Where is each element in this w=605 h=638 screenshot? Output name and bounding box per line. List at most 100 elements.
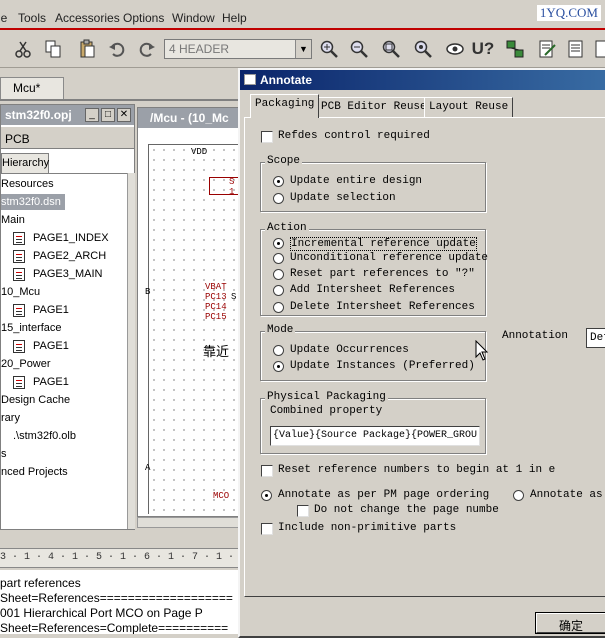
close-icon[interactable]: ✕ [117,108,131,122]
tree-item-label: .\stm32f0.olb [13,430,76,442]
tree-item[interactable]: PAGE1 [13,338,69,354]
schematic-page-icon [13,339,25,353]
bom-icon[interactable] [563,36,589,62]
tree-item-label: Design Cache [1,394,71,406]
scope-selection-radio[interactable] [273,193,284,204]
tree-item[interactable]: s [1,446,7,462]
reset-numbers-checkbox[interactable] [261,465,273,477]
menu-help[interactable]: Help [222,11,247,25]
mode-instances-radio[interactable] [273,361,284,372]
undo-icon[interactable] [104,36,130,62]
tree-item[interactable]: 15_interface [1,320,62,336]
cross-ref-icon[interactable] [590,36,605,62]
menu-options[interactable]: Options [123,11,164,25]
log-line: part references [0,576,81,590]
minimize-icon[interactable]: _ [85,108,99,122]
help-icon[interactable]: U? [470,36,496,62]
tree-item-label: stm32f0.dsn [1,196,61,208]
tree-item[interactable]: PAGE2_ARCH [13,248,106,264]
net-mco: MCO [213,491,230,501]
tab-packaging[interactable]: Packaging [250,94,320,118]
part-combo-value: 4 HEADER [169,42,230,56]
tree-item[interactable]: PAGE1 [13,302,69,318]
tree-item[interactable]: PAGE1 [13,374,69,390]
scope-entire-radio[interactable] [273,176,284,187]
schematic-hscrollbar[interactable] [137,517,241,528]
zoom-all-icon[interactable] [410,36,436,62]
toolbar: 4 HEADER ▼ U? [0,31,605,68]
tab-strip-divider [0,99,240,101]
annotation-type-select[interactable]: Def [586,328,605,348]
pcb-radio[interactable]: PCB [1,127,134,149]
redo-icon[interactable] [134,36,160,62]
zoom-area-icon[interactable] [378,36,404,62]
action-reset-label: Reset part references to "?" [290,268,475,280]
tree-item-label: PAGE1_INDEX [33,232,109,244]
project-panel-title: stm32f0.opj _ □ ✕ [1,105,134,125]
tree-item[interactable]: nced Projects [1,464,68,480]
schematic-page-icon [13,249,25,263]
action-incremental-label: Incremental reference update [290,237,477,251]
net-pc13-s: S [231,292,237,302]
menu-file[interactable]: le [0,11,7,25]
mode-title: Mode [265,324,296,336]
watermark-logo: 1YQ.COM [536,5,601,21]
mouse-cursor-icon [475,340,489,361]
action-incremental-radio[interactable] [273,238,284,249]
action-add-intersheet-radio[interactable] [273,285,284,296]
copy-icon[interactable] [40,36,66,62]
tree-item[interactable]: PAGE3_MAIN [13,266,103,282]
paste-icon[interactable] [74,36,100,62]
action-add-intersheet-label: Add Intersheet References [290,284,456,296]
do-not-change-label: Do not change the page numbe [314,504,499,516]
schematic-window: /Mcu - (10_Mc VDD S 1 VBAT PC13 S PC14 P… [137,107,241,517]
refdes-control-checkbox[interactable] [261,131,273,143]
scissors-icon[interactable] [10,36,36,62]
menu-window[interactable]: Window [172,11,215,25]
tree-item[interactable]: PAGE1_INDEX [13,230,109,246]
tree-item[interactable]: 10_Mcu [1,284,40,300]
tree-item[interactable]: Resources [1,176,54,192]
action-delete-intersheet-radio[interactable] [273,302,284,313]
action-reset-radio[interactable] [273,269,284,280]
tree-item[interactable]: rary [1,410,20,426]
tab-layout-reuse[interactable]: Layout Reuse [424,97,514,117]
tab-pcb-editor-reuse[interactable]: PCB Editor Reuse [316,97,432,117]
tree-item[interactable]: 20_Power [1,356,51,372]
non-primitive-checkbox[interactable] [261,523,273,535]
do-not-change-checkbox[interactable] [297,505,309,517]
border-zone-a: A [145,463,151,473]
net-chinese-note: 靠近 [203,345,230,360]
scope-selection-label: Update selection [290,192,396,204]
menu-accessories[interactable]: Accessories [55,11,120,25]
schematic-page-icon [13,303,25,317]
annotate-p-radio[interactable] [513,490,524,501]
zoom-in-icon[interactable] [316,36,342,62]
tree-item[interactable]: Design Cache [1,392,70,408]
action-unconditional-radio[interactable] [273,253,284,264]
combined-property-input[interactable]: {Value}{Source Package}{POWER_GROU [270,426,480,446]
menu-tools[interactable]: Tools [18,11,46,25]
dialog-title-bar[interactable]: Annotate [240,70,605,90]
action-delete-intersheet-label: Delete Intersheet References [290,301,475,313]
annotate-icon[interactable] [534,36,560,62]
tree-item[interactable]: stm32f0.dsn [1,194,65,210]
action-unconditional-label: Unconditional reference update [290,252,489,264]
component-box[interactable] [209,177,239,195]
tree-scrollbar[interactable] [127,173,135,529]
part-combo[interactable]: 4 HEADER ▼ [164,39,312,59]
netlist-icon[interactable] [502,36,528,62]
tab-hierarchy[interactable]: Hierarchy [1,153,49,173]
mode-occurrences-radio[interactable] [273,345,284,356]
tree-item[interactable]: Main [1,212,25,228]
browse-icon[interactable] [442,36,468,62]
restore-icon[interactable]: □ [101,108,115,122]
schematic-canvas[interactable]: VDD S 1 VBAT PC13 S PC14 PC15 靠近 MCO B A [145,144,240,514]
tree-item[interactable]: .\stm32f0.olb [13,428,76,444]
annotate-pm-radio[interactable] [261,490,272,501]
tab-mcu-document[interactable]: Mcu* [0,77,64,99]
chevron-down-icon[interactable]: ▼ [295,40,311,58]
zoom-out-icon[interactable] [346,36,372,62]
ok-button[interactable]: 确定 [536,613,605,633]
net-s: S [229,177,235,187]
